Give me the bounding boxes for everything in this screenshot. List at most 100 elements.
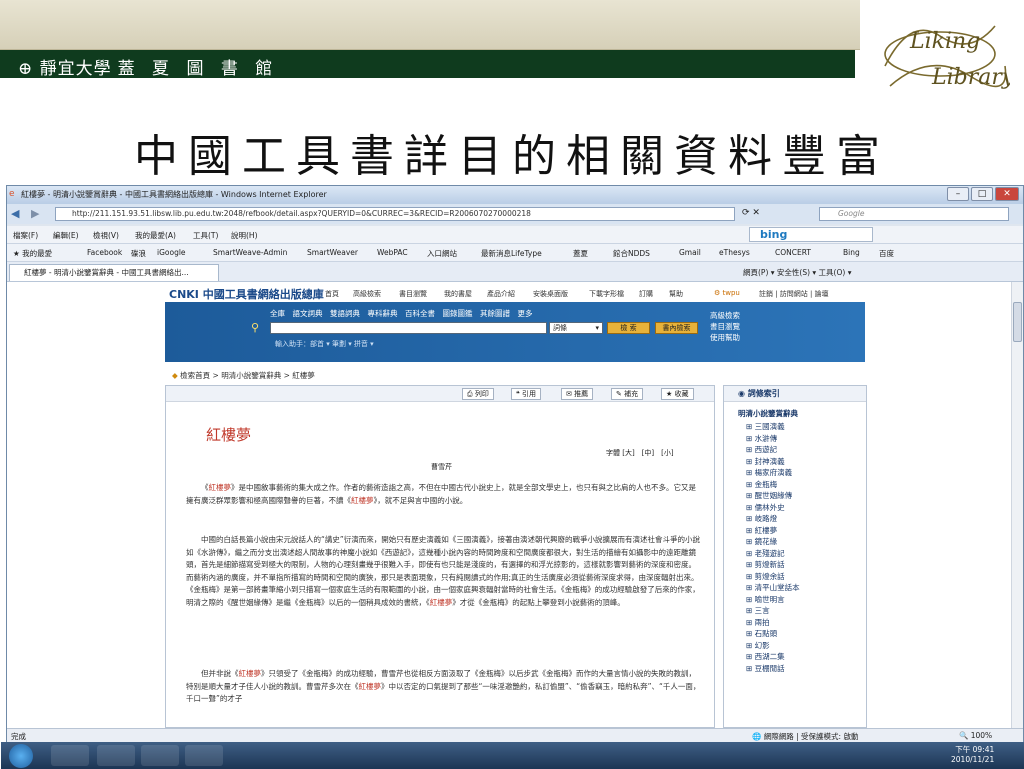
minimize-button[interactable]: – — [947, 187, 969, 201]
search-button[interactable]: 檢 索 — [607, 322, 650, 334]
command-bar[interactable]: 網頁(P) ▾ 安全性(S) ▾ 工具(O) ▾ — [743, 267, 851, 278]
print-button[interactable]: ⎙ 列印 — [462, 388, 494, 400]
fav-smartweaver[interactable]: SmartWeaver — [307, 248, 358, 257]
index-item[interactable]: ⊞ 金瓶梅 — [746, 479, 800, 491]
fav-facebook[interactable]: Facebook — [87, 248, 122, 257]
refresh-icon[interactable]: ⟳ ✕ — [742, 208, 760, 218]
font-size-switch[interactable]: 字體 [大] [中] [小] — [606, 448, 674, 458]
index-item[interactable]: ⊞ 清平山堂話本 — [746, 582, 800, 594]
nav-product[interactable]: 產品介紹 — [487, 289, 515, 299]
close-button[interactable]: ✕ — [995, 187, 1019, 201]
tab-active[interactable]: 紅樓夢 - 明清小說鑒賞辭典 - 中國工具書網絡出... — [9, 264, 219, 281]
maximize-button[interactable]: □ — [971, 187, 993, 201]
slide-title: 中國工具書詳目的相關資料豐富 — [134, 131, 890, 182]
fav-gmail[interactable]: Gmail — [679, 248, 701, 257]
index-item[interactable]: ⊞ 西湖二集 — [746, 651, 800, 663]
nav-shelf[interactable]: 我的書屋 — [444, 289, 472, 299]
fav-baidu[interactable]: 百度 — [879, 248, 894, 259]
nav-home[interactable]: 首頁 — [325, 289, 339, 299]
nav-desktop[interactable]: 安裝桌面版 — [533, 289, 568, 299]
index-item[interactable]: ⊞ 鏡花緣 — [746, 536, 800, 548]
index-icon: ◉ — [738, 389, 748, 398]
scroll-thumb[interactable] — [1013, 302, 1022, 342]
fav-portal[interactable]: 入口網站 — [427, 248, 457, 259]
nav-browse[interactable]: 書目瀏覽 — [399, 289, 427, 299]
index-item[interactable]: ⊞ 剪燈余話 — [746, 571, 800, 583]
fav-star-icon[interactable]: ★ 我的最愛 — [13, 248, 52, 259]
index-item[interactable]: ⊞ 豆棚閒話 — [746, 663, 800, 675]
search-tabs[interactable]: 全庫 語文詞典 雙語詞典 專科辭典 百科全書 圖錄圖鑑 其餘圖譜 更多 — [270, 308, 533, 319]
cnki-logo[interactable]: CNKI 中國工具書網絡出版總庫 — [169, 286, 324, 302]
fav-lifetype[interactable]: 最新消息LifeType — [481, 248, 542, 259]
taskbar-ppt-icon[interactable] — [185, 745, 223, 766]
nav-help[interactable]: 幫助 — [669, 289, 683, 299]
index-item[interactable]: ⊞ 剪燈新話 — [746, 559, 800, 571]
index-item[interactable]: ⊞ 儒林外史 — [746, 502, 800, 514]
fav-item[interactable]: 碟浪 — [131, 248, 146, 259]
nav-order[interactable]: 訂購 — [639, 289, 653, 299]
nav-download[interactable]: 下載字形檔 — [589, 289, 624, 299]
index-item[interactable]: ⊞ 岐路燈 — [746, 513, 800, 525]
menu-view[interactable]: 檢視(V) — [93, 230, 119, 241]
entry-toolbar: ⎙ 列印 ❝ 引用 ✉ 推薦 ✎ 補充 ★ 收藏 — [166, 386, 714, 402]
favorites-bar: ★ 我的最愛 Facebook 碟浪 iGoogle SmartWeave-Ad… — [7, 244, 1023, 262]
vertical-scrollbar[interactable] — [1011, 282, 1023, 728]
search-in-book-button[interactable]: 書內檢索 — [655, 322, 698, 334]
index-item[interactable]: ⊞ 石點頭 — [746, 628, 800, 640]
index-item[interactable]: ⊞ 水滸傳 — [746, 433, 800, 445]
search-panel: 全庫 語文詞典 雙語詞典 專科辭典 百科全書 圖錄圖鑑 其餘圖譜 更多 ⚲ 詞條… — [165, 302, 865, 362]
bookmark-button[interactable]: ★ 收藏 — [661, 388, 694, 400]
fav-concert[interactable]: CONCERT — [775, 248, 811, 257]
fav-gaixia[interactable]: 蓋夏 — [573, 248, 588, 259]
index-item[interactable]: ⊞ 西遊記 — [746, 444, 800, 456]
index-item[interactable]: ⊞ 楊家府演義 — [746, 467, 800, 479]
menu-tools[interactable]: 工具(T) — [193, 230, 218, 241]
menu-help[interactable]: 說明(H) — [231, 230, 258, 241]
fav-smartweave-admin[interactable]: SmartWeave-Admin — [213, 248, 287, 257]
fav-webpac[interactable]: WebPAC — [377, 248, 408, 257]
bing-box[interactable]: bing — [749, 227, 873, 242]
field-select[interactable]: 詞條 ▾ — [549, 322, 603, 334]
query-input[interactable] — [270, 322, 547, 334]
link-advanced[interactable]: 高級檢索 — [710, 310, 740, 321]
menu-file[interactable]: 檔案(F) — [13, 230, 38, 241]
clock-time: 下午 09:41 — [955, 745, 995, 754]
fav-ethesys[interactable]: eThesys — [719, 248, 750, 257]
menu-edit[interactable]: 編輯(E) — [53, 230, 79, 241]
index-item[interactable]: ⊞ 三國演義 — [746, 421, 800, 433]
cite-button[interactable]: ❝ 引用 — [511, 388, 541, 400]
address-input[interactable]: http://211.151.93.51.libsw.lib.pu.edu.tw… — [55, 207, 735, 221]
user-links[interactable]: 註銷 | 訪問網站 | 論壇 — [759, 289, 829, 299]
back-icon[interactable]: ◀ — [11, 207, 19, 220]
link-help[interactable]: 使用幫助 — [710, 332, 740, 343]
link-browse[interactable]: 書目瀏覽 — [710, 321, 740, 332]
fav-ndds[interactable]: 館合NDDS — [613, 248, 650, 259]
menu-favorites[interactable]: 我的最愛(A) — [135, 230, 176, 241]
zoom-level[interactable]: 🔍 100% — [959, 731, 992, 740]
fav-igoogle[interactable]: iGoogle — [157, 248, 186, 257]
taskbar-folder-icon[interactable] — [97, 745, 135, 766]
forward-icon[interactable]: ▶ — [31, 207, 39, 220]
index-item[interactable]: ⊞ 幻影 — [746, 640, 800, 652]
search-input[interactable]: Google — [819, 207, 1009, 221]
supplement-button[interactable]: ✎ 補充 — [611, 388, 644, 400]
index-item[interactable]: ⊞ 兩拍 — [746, 617, 800, 629]
index-item[interactable]: ⊞ 三言 — [746, 605, 800, 617]
input-helper[interactable]: 輸入助手：部首 ▾ 筆劃 ▾ 拼音 ▾ — [275, 339, 374, 349]
index-item[interactable]: ⊞ 封神演義 — [746, 456, 800, 468]
recommend-button[interactable]: ✉ 推薦 — [561, 388, 594, 400]
taskbar-word-icon[interactable] — [141, 745, 179, 766]
nav-advanced[interactable]: 高級檢索 — [353, 289, 381, 299]
dictionary-name[interactable]: 明清小說鑒賞辭典 — [738, 408, 798, 419]
library-logo: Liking Library — [884, 25, 1010, 90]
start-button[interactable] — [9, 744, 33, 768]
index-item[interactable]: ⊞ 老殘遊記 — [746, 548, 800, 560]
taskbar-ie-icon[interactable] — [51, 745, 89, 766]
index-item[interactable]: ⊞ 醒世姻緣傳 — [746, 490, 800, 502]
index-item[interactable]: ⊞ 紅樓夢 — [746, 525, 800, 537]
fav-bing[interactable]: Bing — [843, 248, 860, 257]
index-item[interactable]: ⊞ 喻世明言 — [746, 594, 800, 606]
svg-text:Library: Library — [931, 65, 1010, 90]
page-viewport: CNKI 中國工具書網絡出版總庫 首頁 高級檢索 書目瀏覽 我的書屋 產品介紹 … — [7, 282, 1011, 728]
window-title: 紅樓夢 - 明清小說鑒賞辭典 - 中國工具書網絡出版總庫 - Windows I… — [21, 190, 327, 199]
